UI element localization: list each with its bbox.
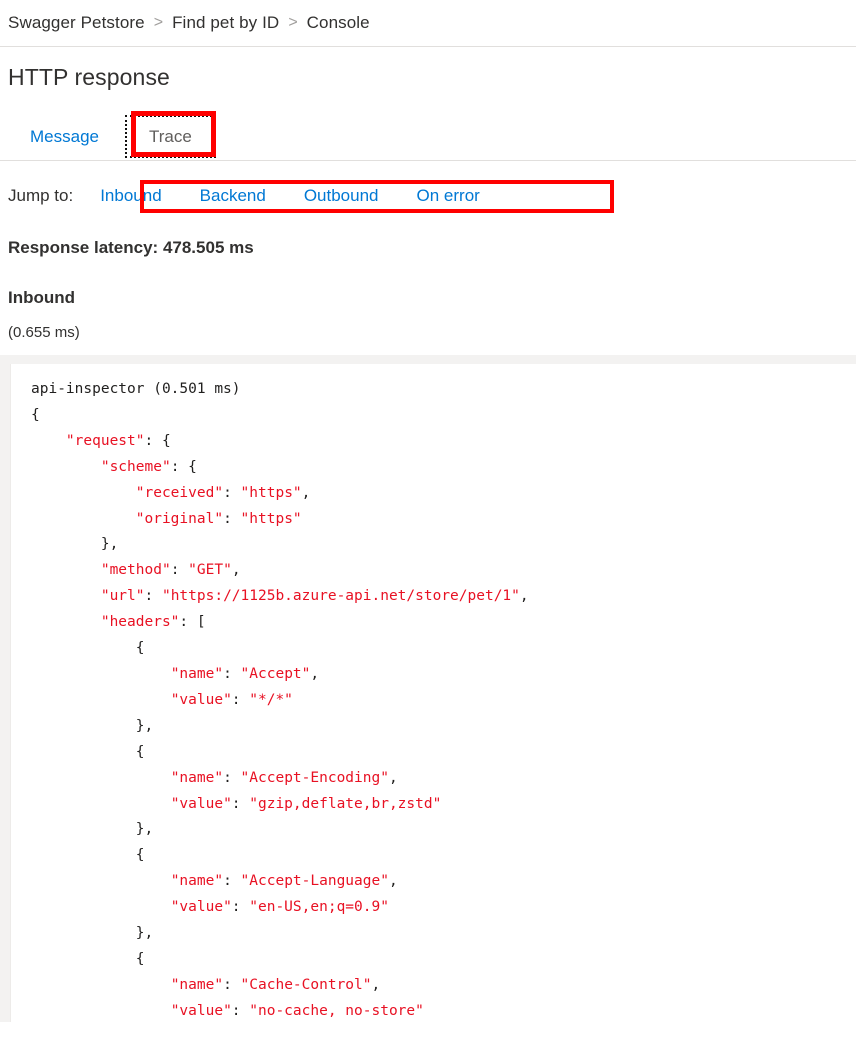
tab-trace[interactable]: Trace — [127, 117, 214, 156]
jump-link-inbound[interactable]: Inbound — [100, 182, 161, 210]
breadcrumb: Swagger Petstore > Find pet by ID > Cons… — [0, 0, 856, 47]
page-title: HTTP response — [8, 64, 856, 91]
response-latency: Response latency: 478.505 ms — [8, 238, 856, 258]
breadcrumb-separator-icon: > — [154, 14, 163, 32]
jump-link-on-error[interactable]: On error — [417, 182, 480, 210]
jump-to-links: Inbound Backend Outbound On error — [100, 182, 480, 210]
tab-strip: Message Trace — [0, 113, 856, 161]
trace-code-panel[interactable]: api-inspector (0.501 ms) { "request": { … — [10, 364, 856, 1022]
jump-to-label: Jump to: — [8, 186, 73, 206]
trace-json-content: api-inspector (0.501 ms) { "request": { … — [31, 377, 856, 1022]
breadcrumb-item-swagger-petstore[interactable]: Swagger Petstore — [8, 13, 145, 33]
jump-to-row: Jump to: Inbound Backend Outbound On err… — [0, 178, 856, 214]
breadcrumb-separator-icon: > — [288, 14, 297, 32]
section-duration-inbound: (0.655 ms) — [8, 324, 856, 341]
jump-link-outbound[interactable]: Outbound — [304, 182, 379, 210]
tab-message[interactable]: Message — [8, 117, 121, 156]
jump-link-backend[interactable]: Backend — [200, 182, 266, 210]
trace-code-container: api-inspector (0.501 ms) { "request": { … — [0, 355, 856, 1022]
breadcrumb-item-find-pet-by-id[interactable]: Find pet by ID — [172, 13, 279, 33]
section-title-inbound: Inbound — [8, 288, 856, 308]
breadcrumb-item-console[interactable]: Console — [307, 13, 370, 33]
